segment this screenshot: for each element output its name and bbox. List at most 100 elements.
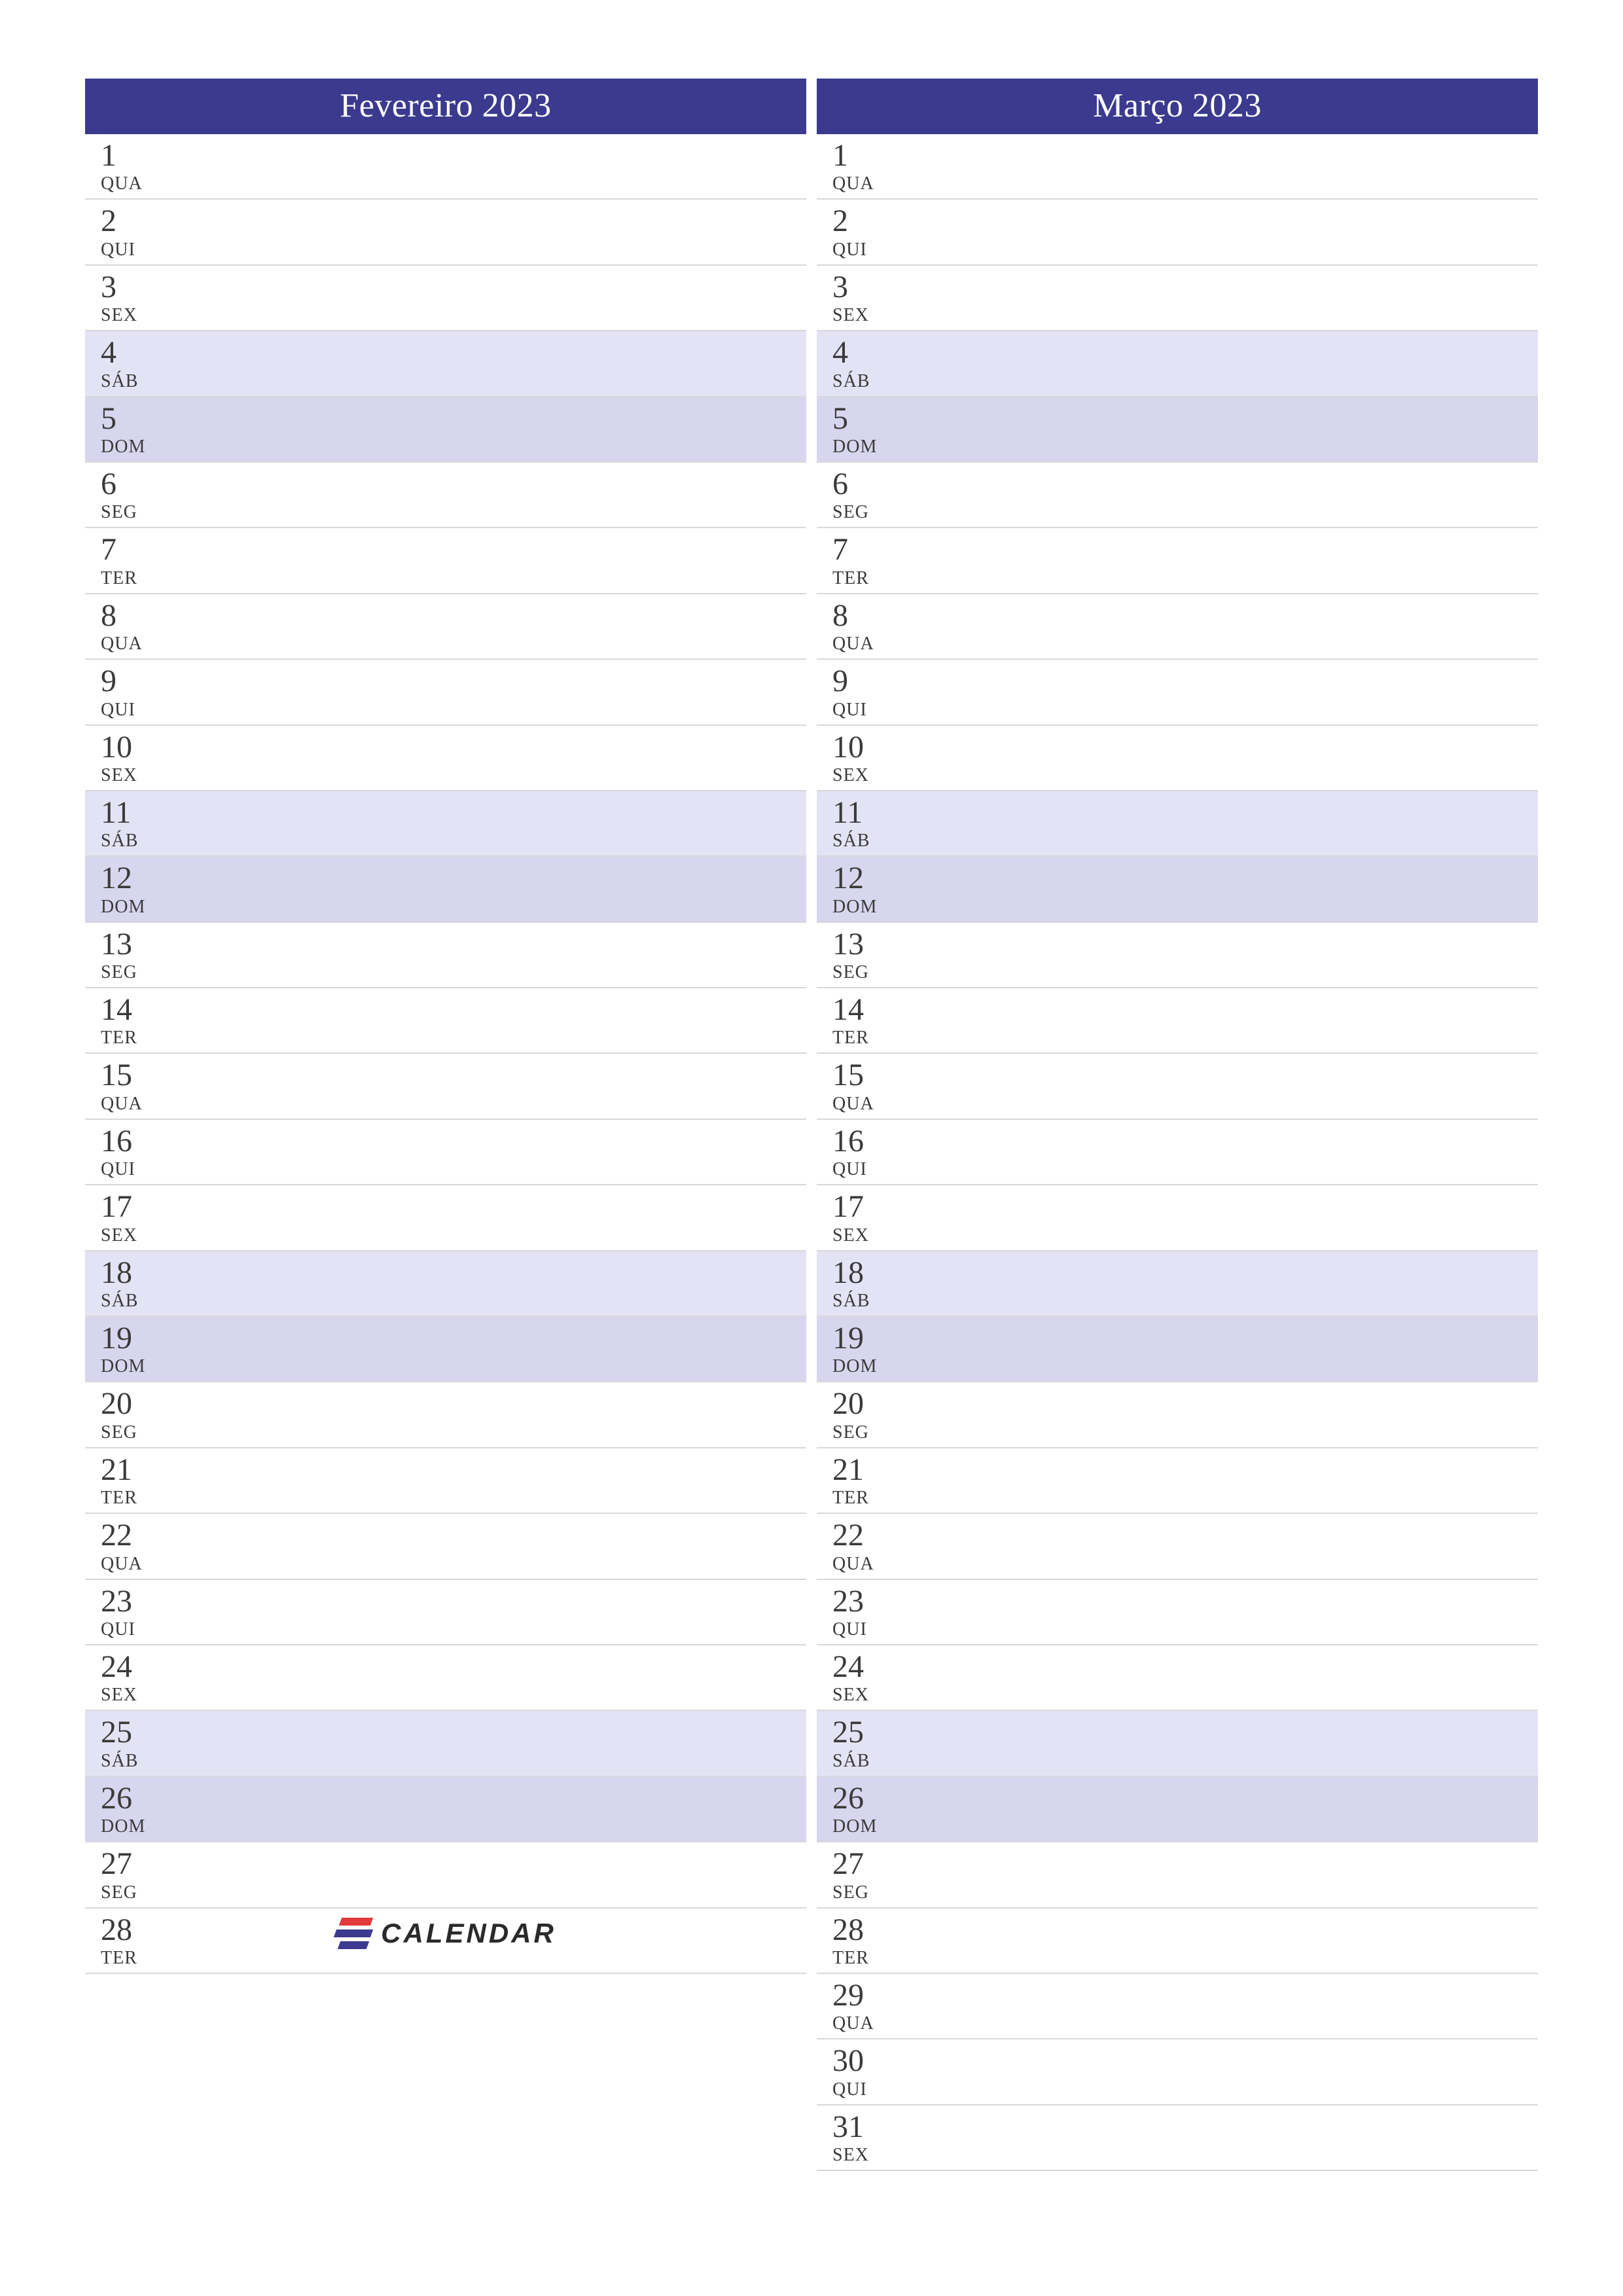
day-abbr: QUI — [101, 1159, 806, 1180]
month-header: Fevereiro 2023 — [85, 79, 806, 134]
day-number: 19 — [832, 1322, 1538, 1355]
day-row: 28TER — [817, 1909, 1538, 1974]
day-number: 13 — [832, 928, 1538, 961]
day-abbr: SEG — [101, 1882, 806, 1903]
day-row: 18SÁB — [85, 1251, 806, 1317]
day-row: 31SEX — [817, 2106, 1538, 2171]
day-row: 22QUA — [817, 1514, 1538, 1579]
day-abbr: SEG — [832, 502, 1538, 523]
day-abbr: SEX — [101, 1685, 806, 1706]
day-row: 11SÁB — [817, 791, 1538, 857]
day-number: 23 — [101, 1585, 806, 1618]
day-abbr: SÁB — [101, 1751, 806, 1772]
day-row: 13SEG — [817, 923, 1538, 988]
day-row: 19DOM — [85, 1317, 806, 1382]
day-abbr: SEX — [101, 1225, 806, 1246]
day-row: 26DOM — [817, 1777, 1538, 1842]
day-abbr: DOM — [832, 437, 1538, 457]
day-number: 31 — [832, 2111, 1538, 2144]
day-abbr: QUI — [832, 1619, 1538, 1640]
day-row: 24SEX — [817, 1645, 1538, 1711]
day-number: 27 — [832, 1848, 1538, 1880]
day-abbr: DOM — [101, 1816, 806, 1837]
day-number: 10 — [832, 731, 1538, 764]
day-number: 15 — [832, 1059, 1538, 1092]
day-abbr: QUA — [832, 1094, 1538, 1115]
day-row: 23QUI — [85, 1580, 806, 1645]
day-row: 5DOM — [817, 397, 1538, 463]
day-number: 18 — [101, 1257, 806, 1289]
day-row: 3SEX — [817, 266, 1538, 331]
day-number: 4 — [832, 336, 1538, 369]
day-number: 25 — [101, 1716, 806, 1749]
day-number: 2 — [101, 205, 806, 238]
day-number: 11 — [101, 797, 806, 829]
day-number: 1 — [101, 139, 806, 172]
month-header: Março 2023 — [817, 79, 1538, 134]
day-abbr: SEX — [832, 305, 1538, 326]
day-abbr: TER — [101, 1028, 806, 1049]
day-number: 21 — [101, 1454, 806, 1486]
day-list: 1QUA2QUI3SEX4SÁB5DOM6SEG7TER8QUA9QUI10SE… — [817, 134, 1538, 2171]
day-row: 25SÁB — [85, 1711, 806, 1776]
day-abbr: TER — [832, 1028, 1538, 1049]
day-abbr: SEG — [101, 1422, 806, 1443]
calendar-page: Fevereiro 2023 1QUA2QUI3SEX4SÁB5DOM6SEG7… — [85, 79, 1538, 2171]
day-row: 17SEX — [817, 1185, 1538, 1251]
day-abbr: SEG — [832, 1422, 1538, 1443]
day-number: 7 — [101, 533, 806, 566]
day-row: 13SEG — [85, 923, 806, 988]
day-row: 7TER — [817, 528, 1538, 594]
day-number: 3 — [101, 271, 806, 304]
day-abbr: QUI — [832, 700, 1538, 721]
day-abbr: TER — [832, 1488, 1538, 1509]
day-abbr: DOM — [832, 897, 1538, 918]
day-abbr: SEX — [832, 765, 1538, 786]
day-row: 16QUI — [817, 1120, 1538, 1185]
day-row: 20SEG — [85, 1382, 806, 1448]
month-column-right: Março 2023 1QUA2QUI3SEX4SÁB5DOM6SEG7TER8… — [817, 79, 1538, 2171]
day-abbr: SÁB — [101, 831, 806, 852]
day-abbr: DOM — [101, 897, 806, 918]
day-number: 22 — [832, 1519, 1538, 1552]
day-row: 1QUA — [85, 134, 806, 200]
day-row: 15QUA — [817, 1054, 1538, 1119]
day-abbr: DOM — [832, 1816, 1538, 1837]
day-abbr: DOM — [101, 1356, 806, 1377]
day-row: 18SÁB — [817, 1251, 1538, 1317]
day-number: 10 — [101, 731, 806, 764]
day-abbr: SÁB — [832, 831, 1538, 852]
day-number: 5 — [832, 403, 1538, 435]
day-number: 24 — [832, 1651, 1538, 1683]
day-row: 16QUI — [85, 1120, 806, 1185]
day-row: 23QUI — [817, 1580, 1538, 1645]
day-row: 14TER — [817, 988, 1538, 1054]
day-number: 2 — [832, 205, 1538, 238]
day-abbr: SEG — [832, 962, 1538, 983]
day-abbr: TER — [101, 1488, 806, 1509]
day-abbr: SÁB — [832, 1291, 1538, 1312]
day-abbr: QUI — [101, 1619, 806, 1640]
day-number: 20 — [832, 1388, 1538, 1420]
brand-text: CALENDAR — [381, 1918, 556, 1949]
day-row: 25SÁB — [817, 1711, 1538, 1776]
day-abbr: SEX — [832, 1225, 1538, 1246]
day-abbr: QUI — [832, 2079, 1538, 2100]
day-row: 12DOM — [817, 857, 1538, 922]
day-row: 12DOM — [85, 857, 806, 922]
day-abbr: SEG — [101, 502, 806, 523]
day-abbr: QUI — [101, 240, 806, 260]
day-number: 15 — [101, 1059, 806, 1092]
day-number: 28 — [832, 1914, 1538, 1946]
day-row: 6SEG — [817, 463, 1538, 528]
day-abbr: SÁB — [832, 1751, 1538, 1772]
day-row: 4SÁB — [85, 331, 806, 397]
day-row: 21TER — [85, 1448, 806, 1514]
day-row: 9QUI — [817, 660, 1538, 725]
day-row: 30QUI — [817, 2039, 1538, 2105]
day-abbr: TER — [101, 1948, 806, 1969]
day-number: 11 — [832, 797, 1538, 829]
day-row: 8QUA — [817, 594, 1538, 660]
day-row: 17SEX — [85, 1185, 806, 1251]
day-abbr: QUA — [832, 1554, 1538, 1575]
